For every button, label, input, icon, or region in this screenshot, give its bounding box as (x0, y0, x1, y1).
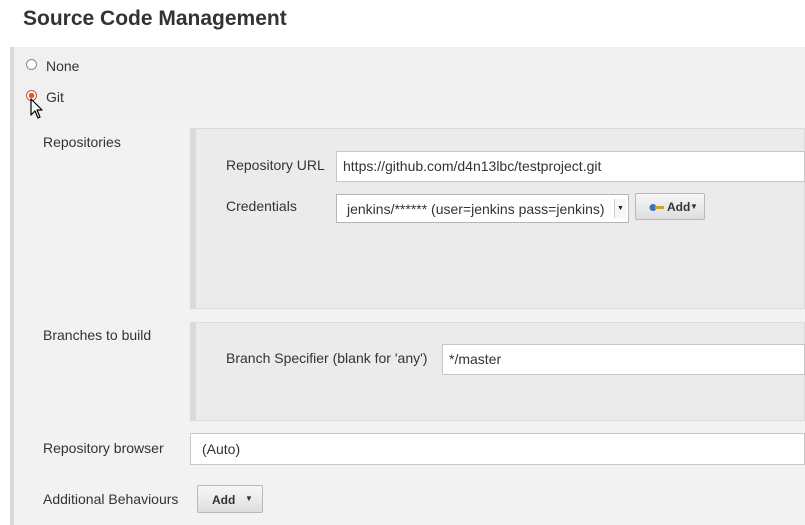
repository-browser-select[interactable]: (Auto) (190, 433, 805, 465)
page-title: Source Code Management (23, 7, 287, 30)
credentials-add-label: Add (667, 200, 691, 214)
branches-label: Branches to build (43, 327, 152, 343)
select-arrow-icon: ▼ (614, 199, 626, 218)
additional-behaviours-add-button[interactable]: Add ▼ (197, 485, 263, 513)
additional-behaviours-add-label: Add (212, 493, 236, 507)
mouse-cursor-icon (30, 98, 43, 119)
credentials-select[interactable]: jenkins/****** (user=jenkins pass=jenkin… (336, 194, 629, 223)
branch-specifier-input[interactable]: */master (442, 344, 805, 375)
repositories-label: Repositories (43, 134, 121, 150)
chevron-down-icon: ▼ (690, 202, 698, 211)
scm-radio-none[interactable] (26, 59, 37, 70)
repository-url-input[interactable]: https://github.com/d4n13lbc/testproject.… (336, 151, 805, 182)
additional-behaviours-label: Additional Behaviours (43, 491, 179, 507)
branch-specifier-label: Branch Specifier (blank for 'any') (226, 350, 428, 366)
repository-browser-label: Repository browser (43, 440, 164, 456)
key-icon (649, 204, 664, 211)
credentials-add-button[interactable]: Add ▼ (635, 193, 705, 220)
repository-url-label: Repository URL (226, 157, 325, 173)
credentials-label: Credentials (226, 198, 297, 214)
chevron-down-icon: ▼ (245, 494, 253, 503)
scm-option-git-label[interactable]: Git (46, 89, 64, 105)
credentials-select-value: jenkins/****** (user=jenkins pass=jenkin… (347, 201, 605, 217)
scm-option-none-label[interactable]: None (46, 58, 79, 74)
